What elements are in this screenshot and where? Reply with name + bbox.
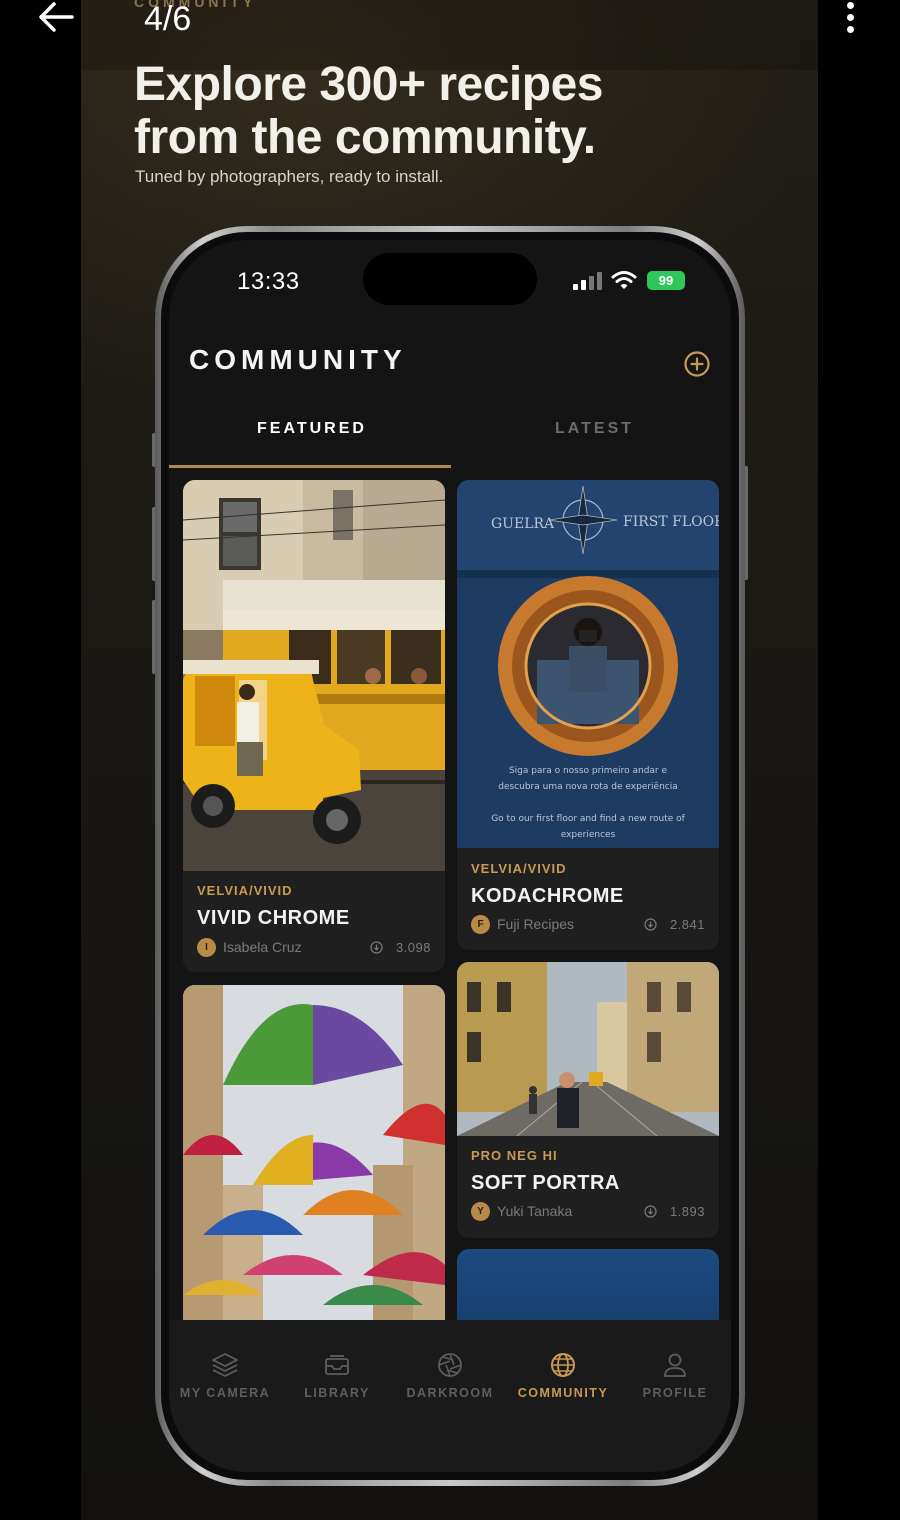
- nav-label: LIBRARY: [304, 1386, 370, 1400]
- nav-my-camera[interactable]: MY CAMERA: [169, 1350, 281, 1400]
- card-title: KODACHROME: [471, 885, 624, 907]
- nav-label: COMMUNITY: [517, 1386, 609, 1400]
- battery-indicator: 99: [647, 271, 685, 290]
- layers-icon: [212, 1353, 238, 1377]
- globe-icon: [551, 1353, 575, 1377]
- download-count: 1.893: [669, 1204, 705, 1219]
- page-counter: 4/6: [144, 0, 192, 38]
- dynamic-island: [363, 253, 537, 305]
- nav-darkroom[interactable]: DARKROOM: [394, 1350, 506, 1400]
- poster-line-3: Go to our first floor and find a new rou…: [491, 814, 685, 824]
- phone-screen: 13:33 99 COMMUNITY FEATURED LATEST VELVI…: [169, 240, 731, 1472]
- user-icon: [664, 1353, 686, 1377]
- nav-label: DARKROOM: [406, 1386, 494, 1400]
- page-title: COMMUNITY: [189, 344, 407, 375]
- headline-line-2: from the community.: [134, 111, 596, 164]
- card-category: VELVIA/VIVID: [471, 861, 567, 876]
- download-icon: [370, 941, 383, 954]
- add-recipe-button[interactable]: [683, 350, 711, 378]
- cellular-signal-icon: [573, 272, 603, 290]
- active-tab-indicator: [169, 465, 451, 468]
- recipe-photo-street: [457, 962, 719, 1136]
- recipe-photo-porthole: GUELRA FIRST FLOOR Siga para o nosso pri…: [457, 480, 719, 848]
- card-author: Yuki Tanaka: [497, 1203, 573, 1219]
- download-count: 3.098: [395, 940, 431, 955]
- slide-subline: Tuned by photographers, ready to install…: [135, 167, 444, 186]
- wifi-icon: [611, 269, 637, 291]
- sign-left-text: GUELRA: [491, 516, 555, 532]
- phone-frame: 13:33 99 COMMUNITY FEATURED LATEST VELVI…: [155, 226, 745, 1486]
- poster-line-1: Siga para o nosso primeiro andar e: [509, 766, 668, 776]
- nav-label: MY CAMERA: [179, 1386, 271, 1400]
- author-avatar: I: [197, 938, 216, 957]
- card-meta: F Fuji Recipes 2.841: [471, 915, 705, 935]
- sign-right-text: FIRST FLOOR: [623, 514, 719, 530]
- card-author: Isabela Cruz: [223, 939, 302, 955]
- nav-community[interactable]: COMMUNITY: [507, 1350, 619, 1400]
- aperture-icon: [438, 1353, 462, 1377]
- phone-bezel: 13:33 99 COMMUNITY FEATURED LATEST VELVI…: [161, 232, 739, 1480]
- download-icon: [644, 918, 657, 931]
- nav-label: PROFILE: [642, 1386, 708, 1400]
- author-avatar: F: [471, 915, 490, 934]
- download-icon: [644, 1205, 657, 1218]
- tab-featured[interactable]: FEATURED: [257, 420, 367, 438]
- status-time: 13:33: [237, 268, 300, 295]
- card-category: PRO NEG HI: [471, 1148, 558, 1163]
- download-count: 2.841: [669, 917, 705, 932]
- card-meta: I Isabela Cruz 3.098: [197, 938, 431, 958]
- card-meta: Y Yuki Tanaka 1.893: [471, 1202, 705, 1222]
- battery-level: 99: [658, 273, 674, 288]
- card-category: VELVIA/VIVID: [197, 883, 293, 898]
- inbox-icon: [325, 1355, 349, 1375]
- more-options-icon[interactable]: [838, 0, 864, 36]
- poster-line-4: experiences: [561, 830, 616, 840]
- recipe-photo-tram: [183, 480, 445, 871]
- card-title: VIVID CHROME: [197, 907, 350, 929]
- nav-profile[interactable]: PROFILE: [619, 1350, 731, 1400]
- tab-latest[interactable]: LATEST: [555, 420, 634, 438]
- poster-line-2: descubra uma nova rota de experiência: [498, 781, 678, 792]
- viewer-toolbar: 4/6: [0, 0, 900, 40]
- bottom-navigation: MY CAMERA LIBRARY DARKROOM COMMUNITY PRO…: [169, 1320, 731, 1472]
- nav-library[interactable]: LIBRARY: [281, 1350, 393, 1400]
- author-avatar: Y: [471, 1202, 490, 1221]
- headline-line-1: Explore 300+ recipes: [134, 58, 603, 111]
- recipe-card-vivid-chrome[interactable]: VELVIA/VIVID VIVID CHROME I Isabela Cruz…: [183, 480, 445, 972]
- recipe-card-soft-portra[interactable]: PRO NEG HI SOFT PORTRA Y Yuki Tanaka 1.8…: [457, 962, 719, 1238]
- card-author: Fuji Recipes: [497, 916, 575, 932]
- card-title: SOFT PORTRA: [471, 1172, 620, 1194]
- back-arrow-icon[interactable]: [36, 0, 76, 36]
- slide-headline: Explore 300+ recipes from the community.: [134, 58, 794, 164]
- recipe-card-kodachrome[interactable]: GUELRA FIRST FLOOR Siga para o nosso pri…: [457, 480, 719, 950]
